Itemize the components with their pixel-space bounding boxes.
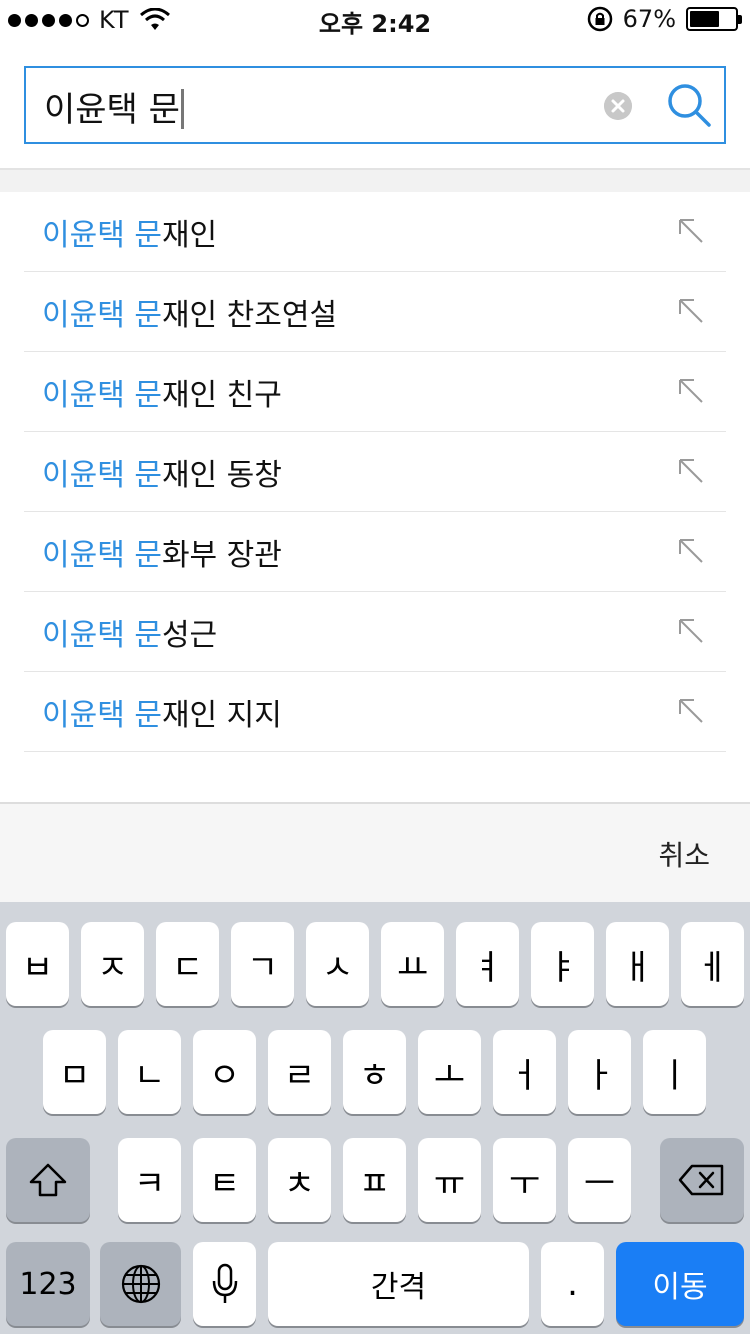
- key[interactable]: ㅑ: [531, 922, 594, 1006]
- cancel-button[interactable]: 취소: [658, 834, 710, 874]
- search-icon[interactable]: [666, 82, 712, 128]
- suggestion-completion: 재인: [161, 218, 218, 253]
- backspace-icon: [678, 1164, 724, 1196]
- key[interactable]: ㅁ: [43, 1030, 106, 1114]
- key[interactable]: ㄴ: [118, 1030, 181, 1114]
- key[interactable]: ㅓ: [493, 1030, 556, 1114]
- battery-icon: [686, 7, 742, 31]
- suggestion-text: 이윤택 문재인 친구: [42, 370, 282, 414]
- text-cursor: [180, 88, 184, 129]
- suggestion-list: 이윤택 문재인 이윤택 문재인 찬조연설 이윤택 문재인 친구 이윤택 문재인 …: [0, 192, 750, 752]
- suggestion-match: 이윤택 문: [42, 378, 162, 413]
- suggestion-item[interactable]: 이윤택 문재인: [24, 192, 726, 272]
- key[interactable]: ㅕ: [456, 922, 519, 1006]
- key[interactable]: ㅎ: [343, 1030, 406, 1114]
- suggestion-match: 이윤택 문: [42, 218, 162, 253]
- go-key[interactable]: 이동: [616, 1242, 744, 1326]
- key[interactable]: ㅇ: [193, 1030, 256, 1114]
- microphone-key[interactable]: [193, 1242, 256, 1326]
- fill-query-arrow-icon[interactable]: [678, 538, 704, 564]
- period-key[interactable]: .: [541, 1242, 604, 1326]
- key[interactable]: ㄱ: [231, 922, 294, 1006]
- suggestion-completion: 재인 지지: [161, 698, 282, 733]
- suggestion-text: 이윤택 문재인 동창: [42, 450, 282, 494]
- numbers-key[interactable]: 123: [6, 1242, 90, 1326]
- key[interactable]: ㄷ: [156, 922, 219, 1006]
- key[interactable]: ㅡ: [568, 1138, 631, 1222]
- suggestion-text: 이윤택 문재인 찬조연설: [42, 290, 337, 334]
- suggestion-item[interactable]: 이윤택 문재인 친구: [24, 352, 726, 432]
- key[interactable]: ㅋ: [118, 1138, 181, 1222]
- suggestion-item[interactable]: 이윤택 문화부 장관: [24, 512, 726, 592]
- status-bar: KT 오후 2:42 67%: [0, 0, 750, 40]
- key[interactable]: ㅠ: [418, 1138, 481, 1222]
- search-input-text[interactable]: 이윤택 문: [44, 82, 184, 131]
- key[interactable]: ㅊ: [268, 1138, 331, 1222]
- suggestion-match: 이윤택 문: [42, 618, 162, 653]
- fill-query-arrow-icon[interactable]: [678, 218, 704, 244]
- battery-percent: 67%: [622, 5, 676, 33]
- key[interactable]: ㄹ: [268, 1030, 331, 1114]
- suggestion-match: 이윤택 문: [42, 538, 162, 573]
- suggestion-completion: 재인 찬조연설: [161, 298, 338, 333]
- suggestion-item[interactable]: 이윤택 문재인 지지: [24, 672, 726, 752]
- fill-query-arrow-icon[interactable]: [678, 378, 704, 404]
- key[interactable]: ㅅ: [306, 922, 369, 1006]
- suggestion-completion: 재인 친구: [161, 378, 282, 413]
- globe-key[interactable]: [100, 1242, 181, 1326]
- backspace-key[interactable]: [660, 1138, 744, 1222]
- key[interactable]: ㅗ: [418, 1030, 481, 1114]
- key[interactable]: ㅈ: [81, 922, 144, 1006]
- suggestion-match: 이윤택 문: [42, 698, 162, 733]
- key[interactable]: ㅍ: [343, 1138, 406, 1222]
- suggestion-completion: 재인 동창: [161, 458, 282, 493]
- suggestion-match: 이윤택 문: [42, 458, 162, 493]
- suggestion-completion: 성근: [161, 618, 218, 653]
- key[interactable]: ㅣ: [643, 1030, 706, 1114]
- fill-query-arrow-icon[interactable]: [678, 698, 704, 724]
- cancel-bar: 취소: [0, 802, 750, 902]
- key[interactable]: ㅜ: [493, 1138, 556, 1222]
- suggestion-text: 이윤택 문성근: [42, 610, 217, 654]
- shift-key[interactable]: [6, 1138, 90, 1222]
- key[interactable]: ㅔ: [681, 922, 744, 1006]
- suggestion-item[interactable]: 이윤택 문성근: [24, 592, 726, 672]
- key[interactable]: ㅌ: [193, 1138, 256, 1222]
- globe-icon: [121, 1264, 160, 1304]
- microphone-icon: [212, 1263, 237, 1303]
- key[interactable]: ㅏ: [568, 1030, 631, 1114]
- battery-level: [690, 11, 720, 27]
- key[interactable]: ㅛ: [381, 922, 444, 1006]
- fill-query-arrow-icon[interactable]: [678, 458, 704, 484]
- clear-text-icon[interactable]: [604, 92, 632, 120]
- shift-icon: [29, 1163, 67, 1197]
- fill-query-arrow-icon[interactable]: [678, 298, 704, 324]
- key[interactable]: ㅐ: [606, 922, 669, 1006]
- suggestion-text: 이윤택 문재인: [42, 210, 217, 254]
- section-divider: [0, 170, 750, 192]
- key[interactable]: ㅂ: [6, 922, 69, 1006]
- keyboard: ㅂ ㅈ ㄷ ㄱ ㅅ ㅛ ㅕ ㅑ ㅐ ㅔ ㅁ ㄴ ㅇ ㄹ ㅎ ㅗ ㅓ ㅏ ㅣ ㅋ …: [0, 902, 750, 1334]
- search-area: 이윤택 문: [0, 40, 750, 170]
- search-input[interactable]: 이윤택 문: [24, 66, 726, 144]
- suggestion-item[interactable]: 이윤택 문재인 동창: [24, 432, 726, 512]
- suggestion-match: 이윤택 문: [42, 298, 162, 333]
- suggestion-item[interactable]: 이윤택 문재인 찬조연설: [24, 272, 726, 352]
- suggestion-text: 이윤택 문재인 지지: [42, 690, 282, 734]
- suggestion-text: 이윤택 문화부 장관: [42, 530, 282, 574]
- fill-query-arrow-icon[interactable]: [678, 618, 704, 644]
- suggestion-completion: 화부 장관: [161, 538, 282, 573]
- rotation-lock-icon: [587, 6, 612, 32]
- status-right-group: 67%: [587, 5, 742, 33]
- space-key[interactable]: 간격: [268, 1242, 529, 1326]
